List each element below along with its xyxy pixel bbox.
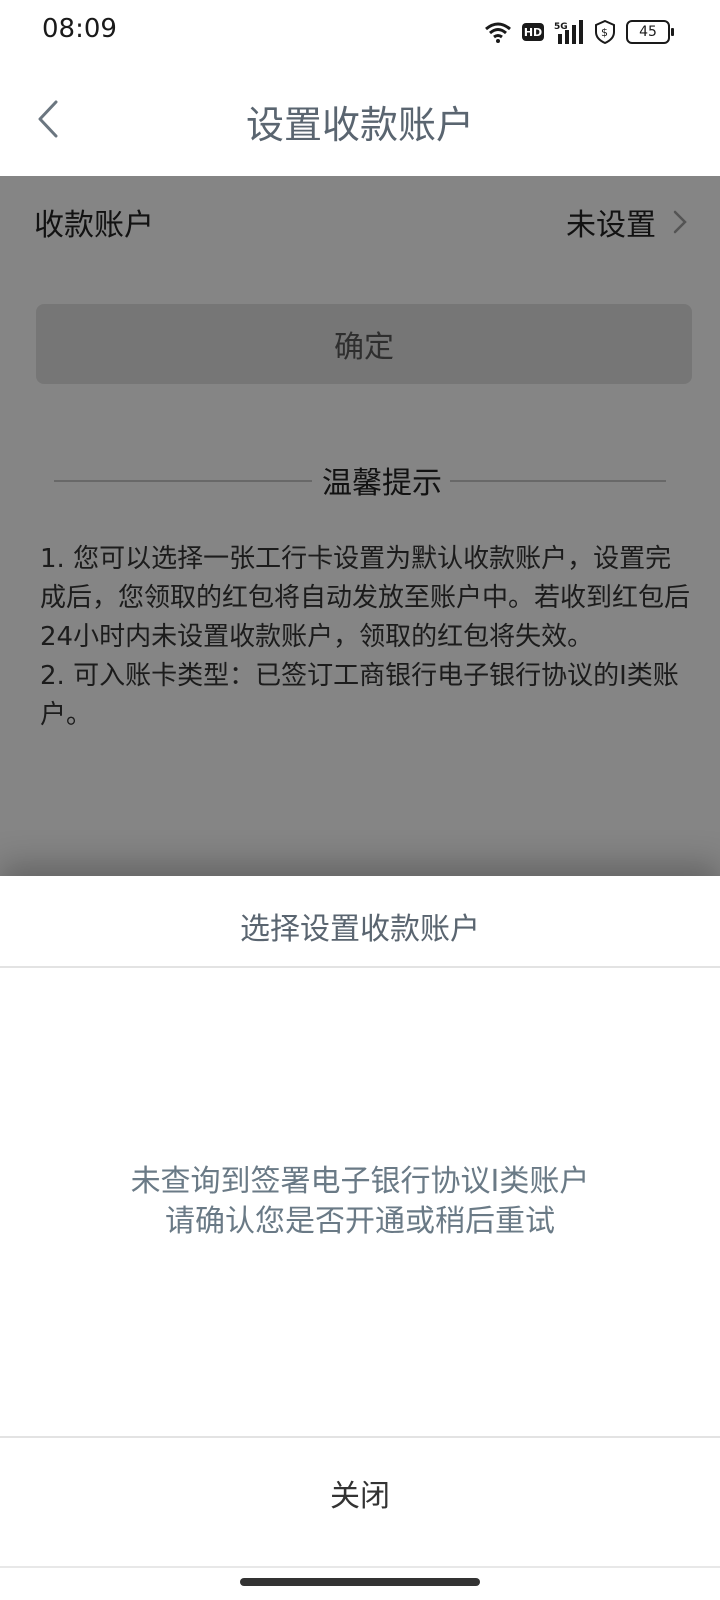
nav-bar: 设置收款账户 [0,64,720,176]
empty-message-line-2: 请确认您是否开通或稍后重试 [165,1204,555,1239]
sheet-divider [0,1566,720,1568]
close-button[interactable]: 关闭 [0,1438,720,1548]
shield-dollar-icon: $ [595,20,615,44]
wifi-icon [485,22,511,43]
home-indicator[interactable] [240,1578,480,1586]
svg-text:$: $ [601,26,608,39]
battery-level: 45 [639,24,657,40]
battery-icon: 45 [626,20,674,44]
status-icons: HD 5G $ 45 [484,18,674,46]
status-bar: 08:09 HD 5G $ 45 [0,0,720,64]
bottom-sheet: 选择设置收款账户 未查询到签署电子银行协议I类账户 请确认您是否开通或稍后重试 … [0,876,720,1600]
dim-overlay[interactable] [0,176,720,876]
hd-icon: HD [522,23,544,41]
sheet-divider [0,966,720,968]
signal-icon: 5G [554,20,583,44]
page-title: 设置收款账户 [245,103,474,147]
sheet-title: 选择设置收款账户 [240,912,480,947]
screen: 08:09 HD 5G $ 45 设置收款账户 收款账户 未设置 确定 温馨提示… [0,0,720,1600]
empty-message-line-1: 未查询到签署电子银行协议I类账户 [130,1164,590,1199]
empty-message: 未查询到签署电子银行协议I类账户 请确认您是否开通或稍后重试 [0,1162,720,1242]
status-time: 08:09 [42,14,117,44]
